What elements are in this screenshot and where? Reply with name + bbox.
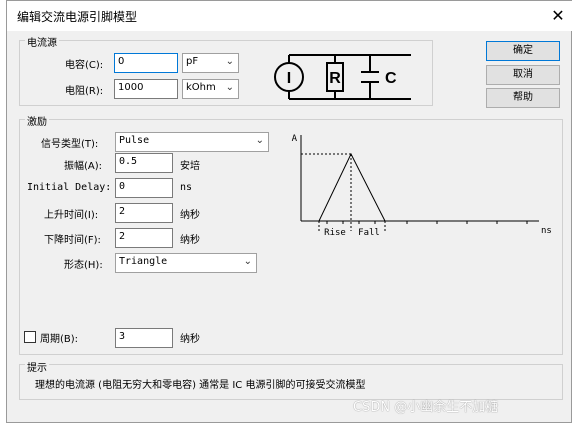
background-window-edge — [572, 0, 579, 423]
rise-time-input[interactable]: 2 — [115, 203, 173, 223]
initial-delay-label: Initial Delay: — [27, 182, 112, 193]
capacitance-unit-value: pF — [186, 56, 199, 67]
resistance-unit-value: kOhm — [186, 82, 216, 93]
rise-label: Rise — [324, 228, 346, 238]
initial-delay-unit: ns — [180, 182, 193, 193]
capacitance-unit-select[interactable]: pF ⌄ — [182, 53, 239, 73]
amplitude-input[interactable]: 0.5 — [115, 153, 173, 173]
capacitance-input[interactable]: 0 — [114, 53, 178, 73]
help-button[interactable]: 帮助 — [486, 88, 560, 108]
close-icon[interactable]: ✕ — [547, 5, 569, 27]
title-bar: 编辑交流电源引脚模型 ✕ — [7, 1, 573, 31]
shape-value: Triangle — [119, 256, 168, 267]
initial-delay-input[interactable]: 0 — [115, 178, 173, 198]
current-source-group-label: 电流源 — [25, 34, 59, 49]
chevron-down-icon: ⌄ — [225, 82, 234, 93]
fall-label: Fall — [358, 228, 380, 238]
ac-power-pin-model-dialog: 编辑交流电源引脚模型 ✕ 电流源 电容(C): 0 pF ⌄ 电阻(R): 10… — [6, 0, 573, 423]
ok-button[interactable]: 确定 — [486, 41, 560, 61]
capacitance-label: 电容(C): — [65, 60, 104, 71]
chevron-down-icon: ⌄ — [225, 56, 234, 67]
excitation-group-label: 激励 — [25, 113, 49, 128]
hint-group-label: 提示 — [25, 359, 49, 374]
circuit-diagram: I R C — [274, 54, 411, 100]
resistance-unit-select[interactable]: kOhm ⌄ — [182, 79, 239, 99]
resistance-input[interactable]: 1000 — [114, 79, 178, 99]
chevron-down-icon: ⌄ — [255, 135, 264, 146]
waveform-y-axis-label: A — [292, 134, 298, 144]
dialog-title: 编辑交流电源引脚模型 — [17, 10, 138, 24]
period-checkbox[interactable] — [24, 331, 36, 343]
signal-type-value: Pulse — [119, 135, 150, 146]
resistance-label: 电阻(R): — [65, 86, 104, 97]
signal-type-label: 信号类型(T): — [41, 139, 99, 150]
shape-label: 形态(H): — [64, 260, 103, 271]
amplitude-unit: 安培 — [180, 161, 200, 172]
chevron-down-icon: ⌄ — [243, 256, 252, 267]
fall-time-label: 下降时间(F): — [44, 235, 101, 246]
shape-select[interactable]: Triangle ⌄ — [115, 253, 257, 273]
cancel-button[interactable]: 取消 — [486, 65, 560, 85]
resistor-symbol-label: R — [329, 70, 341, 87]
rise-time-label: 上升时间(I): — [44, 210, 99, 221]
signal-type-select[interactable]: Pulse ⌄ — [115, 132, 269, 152]
waveform-x-axis-label: ns — [541, 226, 552, 236]
fall-time-unit: 纳秒 — [180, 235, 200, 246]
amplitude-label: 振幅(A): — [64, 161, 103, 172]
period-unit: 纳秒 — [180, 334, 200, 345]
current-source-symbol-label: I — [287, 70, 291, 87]
pulse-waveform-diagram: A ns Rise Fall — [292, 134, 552, 238]
hint-text: 理想的电流源 (电阻无穷大和零电容) 通常是 IC 电源引脚的可接受交流模型 — [35, 380, 366, 391]
period-label: 周期(B): — [40, 334, 79, 345]
watermark: CSDN @小幽余生不加糖 — [353, 400, 499, 415]
fall-time-input[interactable]: 2 — [115, 228, 173, 248]
period-input[interactable]: 3 — [115, 328, 173, 348]
rise-time-unit: 纳秒 — [180, 210, 200, 221]
capacitor-symbol-label: C — [385, 70, 397, 87]
